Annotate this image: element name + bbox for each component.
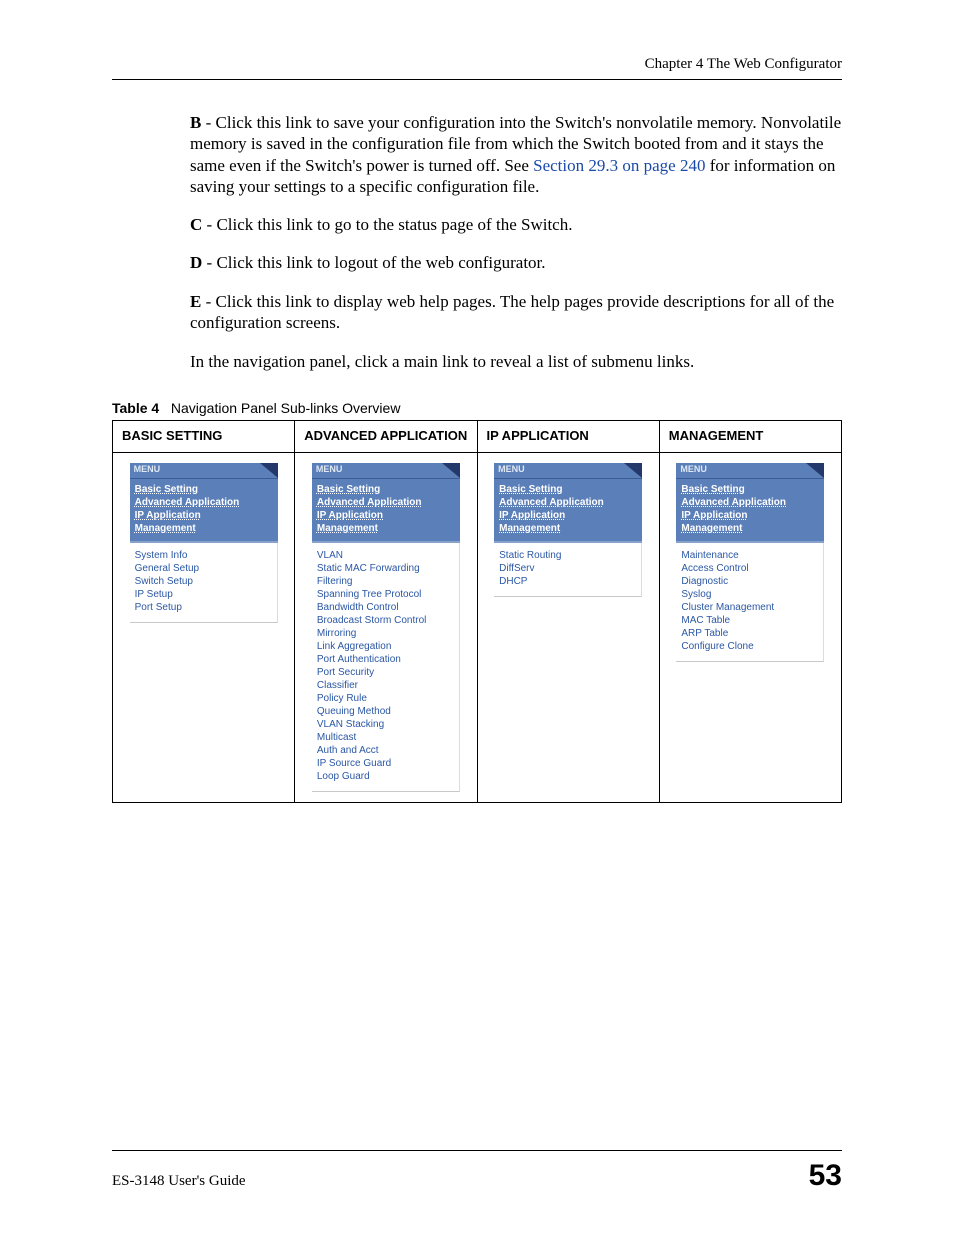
main-nav: Basic Setting Advanced Application IP Ap… <box>130 479 278 543</box>
paragraph-b: B - Click this link to save your configu… <box>190 112 842 197</box>
d-label: D <box>190 253 202 272</box>
e-label: E <box>190 292 201 311</box>
nav-management[interactable]: Management <box>499 522 637 535</box>
sub-policy-rule[interactable]: Policy Rule <box>317 692 454 705</box>
col-management: MANAGEMENT <box>659 421 841 453</box>
advanced-application-panel: MENU Basic Setting Advanced Application … <box>312 463 460 792</box>
sub-vlan-stacking[interactable]: VLAN Stacking <box>317 718 454 731</box>
header-rule <box>112 79 842 80</box>
sub-maintenance[interactable]: Maintenance <box>681 549 818 562</box>
sub-mirroring[interactable]: Mirroring <box>317 627 454 640</box>
nav-management[interactable]: Management <box>135 522 273 535</box>
section-link[interactable]: Section 29.3 on page 240 <box>533 156 705 175</box>
menu-title: MENU <box>312 463 460 479</box>
sub-diffserv[interactable]: DiffServ <box>499 562 636 575</box>
basic-setting-panel: MENU Basic Setting Advanced Application … <box>130 463 278 623</box>
col-basic-setting: BASIC SETTING <box>113 421 295 453</box>
sub-cluster-management[interactable]: Cluster Management <box>681 601 818 614</box>
sub-bandwidth-control[interactable]: Bandwidth Control <box>317 601 454 614</box>
sub-auth-and-acct[interactable]: Auth and Acct <box>317 744 454 757</box>
sub-mac-table[interactable]: MAC Table <box>681 614 818 627</box>
sub-configure-clone[interactable]: Configure Clone <box>681 640 818 653</box>
sub-general-setup[interactable]: General Setup <box>135 562 272 575</box>
paragraph-c: C - Click this link to go to the status … <box>190 214 842 235</box>
sub-static-mac-forwarding[interactable]: Static MAC Forwarding <box>317 562 454 575</box>
advanced-sublinks: VLAN Static MAC Forwarding Filtering Spa… <box>312 543 460 792</box>
sub-access-control[interactable]: Access Control <box>681 562 818 575</box>
col-advanced-application: ADVANCED APPLICATION <box>295 421 477 453</box>
sub-link-aggregation[interactable]: Link Aggregation <box>317 640 454 653</box>
menu-title: MENU <box>130 463 278 479</box>
sub-arp-table[interactable]: ARP Table <box>681 627 818 640</box>
table-number: Table 4 <box>112 400 159 416</box>
page-number: 53 <box>809 1159 842 1193</box>
e-text: - Click this link to display web help pa… <box>190 292 834 332</box>
main-nav: Basic Setting Advanced Application IP Ap… <box>494 479 642 543</box>
menu-title: MENU <box>494 463 642 479</box>
c-text: - Click this link to go to the status pa… <box>202 215 572 234</box>
sub-port-setup[interactable]: Port Setup <box>135 601 272 614</box>
basic-sublinks: System Info General Setup Switch Setup I… <box>130 543 278 623</box>
nav-ip-application[interactable]: IP Application <box>135 509 273 522</box>
nav-basic-setting[interactable]: Basic Setting <box>499 483 637 496</box>
table-title: Navigation Panel Sub-links Overview <box>171 400 401 416</box>
main-nav: Basic Setting Advanced Application IP Ap… <box>676 479 824 543</box>
main-nav: Basic Setting Advanced Application IP Ap… <box>312 479 460 543</box>
nav-intro: In the navigation panel, click a main li… <box>190 351 842 372</box>
nav-ip-application[interactable]: IP Application <box>317 509 455 522</box>
table-caption: Table 4 Navigation Panel Sub-links Overv… <box>112 400 842 416</box>
sub-switch-setup[interactable]: Switch Setup <box>135 575 272 588</box>
menu-title: MENU <box>676 463 824 479</box>
sub-multicast[interactable]: Multicast <box>317 731 454 744</box>
footer-rule <box>112 1150 842 1151</box>
nav-advanced-application[interactable]: Advanced Application <box>317 496 455 509</box>
ip-sublinks: Static Routing DiffServ DHCP <box>494 543 642 597</box>
paragraph-e: E - Click this link to display web help … <box>190 291 842 334</box>
nav-management[interactable]: Management <box>681 522 819 535</box>
c-label: C <box>190 215 202 234</box>
page-footer: ES-3148 User's Guide 53 <box>112 1150 842 1193</box>
sub-ip-source-guard[interactable]: IP Source Guard <box>317 757 454 770</box>
nav-advanced-application[interactable]: Advanced Application <box>681 496 819 509</box>
management-sublinks: Maintenance Access Control Diagnostic Sy… <box>676 543 824 662</box>
sub-spanning-tree-protocol[interactable]: Spanning Tree Protocol <box>317 588 454 601</box>
sub-system-info[interactable]: System Info <box>135 549 272 562</box>
nav-management[interactable]: Management <box>317 522 455 535</box>
nav-advanced-application[interactable]: Advanced Application <box>135 496 273 509</box>
nav-basic-setting[interactable]: Basic Setting <box>317 483 455 496</box>
sub-port-authentication[interactable]: Port Authentication <box>317 653 454 666</box>
b-label: B <box>190 113 201 132</box>
sub-dhcp[interactable]: DHCP <box>499 575 636 588</box>
chapter-header: Chapter 4 The Web Configurator <box>112 56 842 73</box>
management-panel: MENU Basic Setting Advanced Application … <box>676 463 824 662</box>
sub-vlan[interactable]: VLAN <box>317 549 454 562</box>
sub-classifier[interactable]: Classifier <box>317 679 454 692</box>
col-ip-application: IP APPLICATION <box>477 421 659 453</box>
sub-syslog[interactable]: Syslog <box>681 588 818 601</box>
sub-loop-guard[interactable]: Loop Guard <box>317 770 454 783</box>
sub-static-routing[interactable]: Static Routing <box>499 549 636 562</box>
sub-ip-setup[interactable]: IP Setup <box>135 588 272 601</box>
sub-port-security[interactable]: Port Security <box>317 666 454 679</box>
nav-advanced-application[interactable]: Advanced Application <box>499 496 637 509</box>
d-text: - Click this link to logout of the web c… <box>202 253 545 272</box>
nav-basic-setting[interactable]: Basic Setting <box>681 483 819 496</box>
sub-queuing-method[interactable]: Queuing Method <box>317 705 454 718</box>
nav-ip-application[interactable]: IP Application <box>499 509 637 522</box>
paragraph-d: D - Click this link to logout of the web… <box>190 252 842 273</box>
guide-name: ES-3148 User's Guide <box>112 1173 246 1190</box>
sub-broadcast-storm-control[interactable]: Broadcast Storm Control <box>317 614 454 627</box>
ip-application-panel: MENU Basic Setting Advanced Application … <box>494 463 642 597</box>
nav-overview-table: BASIC SETTING ADVANCED APPLICATION IP AP… <box>112 420 842 803</box>
sub-filtering[interactable]: Filtering <box>317 575 454 588</box>
nav-ip-application[interactable]: IP Application <box>681 509 819 522</box>
sub-diagnostic[interactable]: Diagnostic <box>681 575 818 588</box>
nav-basic-setting[interactable]: Basic Setting <box>135 483 273 496</box>
